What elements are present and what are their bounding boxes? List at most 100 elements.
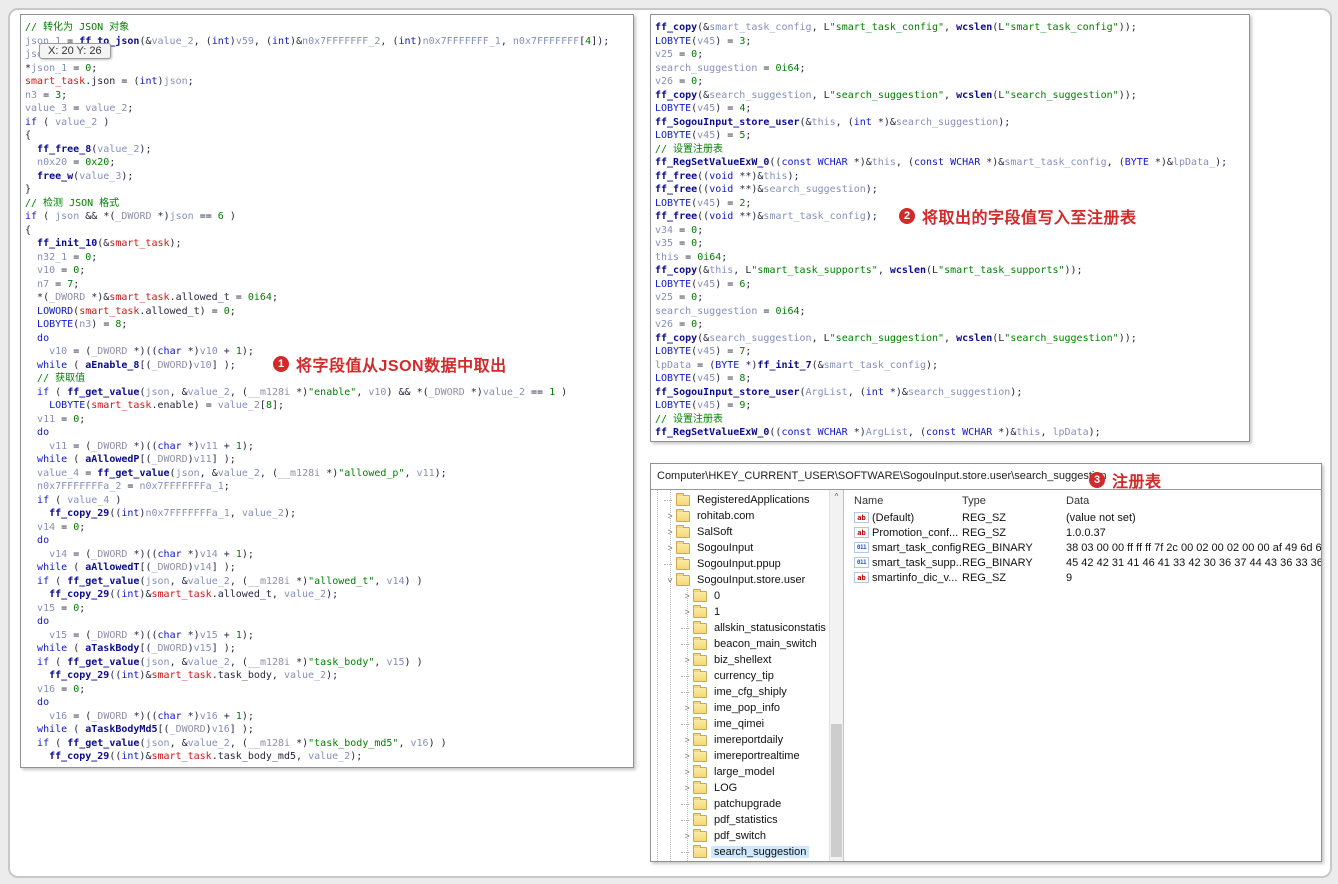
registry-address-bar[interactable]: Computer\HKEY_CURRENT_USER\SOFTWARE\Sogo… [651, 464, 1321, 490]
column-header-type[interactable]: Type [962, 495, 1066, 507]
tree-item-beacon_main_switch[interactable]: beacon_main_switch [651, 636, 843, 652]
decompiled-code-left: // 转化为 JSON 对象 json_1 = ff_to_json(&value… [21, 15, 633, 764]
registry-value-row[interactable]: ab Promotion_conf... REG_SZ 1.0.0.37 [854, 525, 1321, 540]
tree-item-currency_tip[interactable]: currency_tip [651, 668, 843, 684]
value-name-cell: ab Promotion_conf... [854, 527, 962, 539]
tree-item-label[interactable]: LOG [711, 782, 740, 794]
tree-item-RegisteredApplications[interactable]: RegisteredApplications [651, 492, 843, 508]
tree-item-imereportdaily[interactable]: > imereportdaily [651, 732, 843, 748]
tree-item-LOG[interactable]: > LOG [651, 780, 843, 796]
folder-icon [676, 492, 690, 506]
tree-item-label[interactable]: imereportrealtime [711, 750, 803, 762]
value-type: REG_SZ [962, 511, 1007, 524]
code-line: v35 = 0; [655, 238, 704, 249]
code-line: v25 = 0; [655, 292, 704, 303]
annotation-2: 2 将取出的字段值写入至注册表 [899, 204, 1137, 228]
code-line: v14 = (_DWORD *)((char *)v14 + 1); [49, 548, 254, 560]
code-line: *json_1 = 0; [25, 62, 98, 74]
tree-item-label[interactable]: ime_qimei [711, 718, 767, 730]
code-line: smart_task.json = (int)json; [25, 76, 194, 87]
tree-item-ime_qimei[interactable]: ime_qimei [651, 716, 843, 732]
registry-address: Computer\HKEY_CURRENT_USER\SOFTWARE\Sogo… [657, 470, 1107, 482]
tree-item-label[interactable]: RegisteredApplications [694, 494, 813, 506]
tree-item-ime_cfg_shiply[interactable]: ime_cfg_shiply [651, 684, 843, 700]
scroll-up-icon[interactable]: ^ [830, 490, 843, 503]
tree-item-label[interactable]: SalSoft [694, 526, 735, 538]
tree-item-label[interactable]: large_model [711, 766, 778, 778]
tree-item-patchupgrade[interactable]: patchupgrade [651, 796, 843, 812]
tree-item-SogouInput.ppup[interactable]: SogouInput.ppup [651, 556, 843, 572]
tree-item-pdf_switch[interactable]: > pdf_switch [651, 828, 843, 844]
tree-item-biz_shellext[interactable]: > biz_shellext [651, 652, 843, 668]
tree-item-label[interactable]: SogouInput [694, 542, 756, 554]
value-name-cell: 011 smart_task_supp... [854, 557, 962, 569]
code-line: search_suggestion = 0i64; [655, 305, 806, 317]
code-line: n0x20 = 0x20; [37, 157, 116, 168]
tree-item-ime_pop_info[interactable]: > ime_pop_info [651, 700, 843, 716]
tree-item-pdf_statistics[interactable]: pdf_statistics [651, 812, 843, 828]
column-header-data[interactable]: Data [1066, 495, 1321, 507]
values-header-row: Name Type Data [854, 492, 1321, 510]
code-line: ff_SogouInput_store_user(ArgList, (int *… [655, 386, 1023, 398]
tree-item-label[interactable]: allskin_statusiconstatis [711, 622, 829, 634]
chevron-expanded-icon[interactable]: > [665, 574, 675, 586]
scrollbar-thumb[interactable] [831, 724, 842, 857]
tree-item-label[interactable]: SogouInput.ppup [694, 558, 784, 570]
registry-value-row[interactable]: ab smartinfo_dic_v... REG_SZ 9 [854, 570, 1321, 585]
code-line: LOBYTE(v45) = 6; [655, 278, 752, 290]
tree-item-rohitab.com[interactable]: > rohitab.com [651, 508, 843, 524]
tree-item-0[interactable]: >0 [651, 588, 843, 604]
tree-item-label[interactable]: rohitab.com [694, 510, 757, 522]
code-line: // 转化为 JSON 对象 [25, 22, 130, 33]
tree-item-label[interactable]: 1 [711, 606, 723, 618]
registry-value-row[interactable]: 011 smart_task_supp... REG_BINARY 45 42 42 … [854, 555, 1321, 570]
tree-item-label[interactable]: search_suggestion [711, 846, 810, 858]
tree-item-imereportrealtime[interactable]: > imereportrealtime [651, 748, 843, 764]
annotation-3: 3 注册表 [1089, 468, 1162, 492]
tree-scrollbar[interactable]: ^ [829, 490, 843, 861]
folder-icon [693, 588, 707, 602]
tree-item-label[interactable]: pdf_statistics [711, 814, 781, 826]
code-line: // 设置注册表 [655, 143, 724, 155]
code-line: ff_free((void **)&this); [655, 170, 800, 182]
reg-sz-icon: ab [854, 512, 869, 523]
tree-item-SalSoft[interactable]: > SalSoft [651, 524, 843, 540]
folder-icon [693, 796, 707, 810]
tree-item-SogouInput[interactable]: > SogouInput [651, 540, 843, 556]
tree-item-label[interactable]: SogouInput.store.user [694, 574, 808, 586]
tree-item-label[interactable]: currency_tip [711, 670, 777, 682]
code-line: do [37, 535, 50, 546]
tree-item-large_model[interactable]: > large_model [651, 764, 843, 780]
folder-icon [693, 700, 707, 714]
tree-item-label[interactable]: ime_cfg_shiply [711, 686, 790, 698]
code-line: ff_free((void **)&search_suggestion); [655, 184, 878, 195]
tree-item-label[interactable]: beacon_main_switch [711, 638, 820, 650]
reg-binary-icon: 011 [854, 542, 869, 553]
tree-item-label[interactable]: patchupgrade [711, 798, 784, 810]
code-line: if ( ff_get_value(json, &value_2, (__m12… [37, 656, 423, 668]
tree-item-SogouInput.store.user[interactable]: > SogouInput.store.user [651, 572, 843, 588]
registry-value-row[interactable]: 011 smart_task_config REG_BINARY 38 03 00 0… [854, 540, 1321, 555]
tree-item-allskin_statusiconstatis[interactable]: allskin_statusiconstatis [651, 620, 843, 636]
value-data: 38 03 00 00 ff ff ff 7f 2c 00 02 00 02 0… [1066, 541, 1321, 554]
tree-item-label[interactable]: pdf_switch [711, 830, 769, 842]
code-line: ff_copy(&search_suggestion, L"search_sug… [655, 332, 1137, 344]
annotation-2-text: 将取出的字段值写入至注册表 [922, 210, 1137, 227]
code-line: v16 = 0; [37, 683, 86, 695]
code-line: if ( ff_get_value(json, &value_2, (__m12… [37, 737, 447, 749]
tree-item-label[interactable]: 0 [711, 590, 723, 602]
code-line: ff_copy_29((int)&smart_task.task_body, v… [49, 670, 339, 681]
code-line: search_suggestion = 0i64; [655, 62, 806, 74]
value-name: smart_task_supp... [872, 556, 962, 569]
code-line: ff_copy_29((int)n0x7FFFFFFFa_1, value_2)… [49, 508, 297, 519]
tree-item-label[interactable]: ime_pop_info [711, 702, 783, 714]
code-line: do [37, 427, 50, 438]
tree-item-label[interactable]: imereportdaily [711, 734, 786, 746]
registry-value-row[interactable]: ab (Default) REG_SZ (value not set) [854, 510, 1321, 525]
tree-item-label[interactable]: biz_shellext [711, 654, 774, 666]
tree-item-1[interactable]: >1 [651, 604, 843, 620]
column-header-name[interactable]: Name [854, 495, 962, 507]
tree-item-search_suggestion[interactable]: search_suggestion [651, 844, 843, 860]
code-line: { [25, 130, 32, 141]
folder-icon [693, 716, 707, 730]
